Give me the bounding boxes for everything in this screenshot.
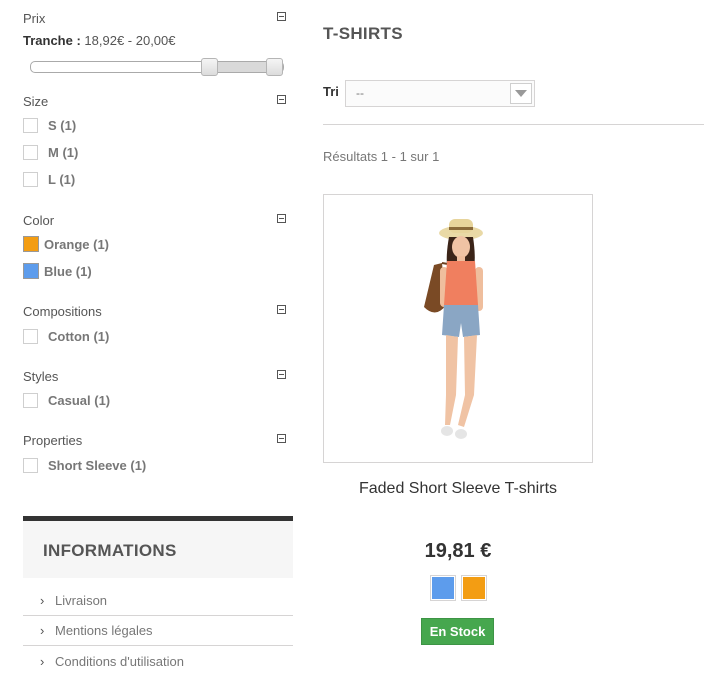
product-color-swatch-blue[interactable] bbox=[430, 575, 456, 601]
collapse-icon[interactable] bbox=[277, 305, 286, 314]
filter-option-label: Blue (1) bbox=[44, 263, 92, 279]
chevron-right-icon: › bbox=[40, 653, 45, 669]
product-price: 19,81 € bbox=[424, 540, 492, 562]
filter-compositions: Compositions Cotton (1) bbox=[23, 304, 293, 349]
price-range-text: Tranche : 18,92€ - 20,00€ bbox=[23, 33, 176, 48]
sort-select-value: -- bbox=[356, 86, 364, 100]
filter-size-title: Size bbox=[23, 94, 49, 109]
info-link-livraison[interactable]: › Livraison bbox=[23, 585, 293, 616]
color-swatch-orange[interactable] bbox=[23, 236, 39, 252]
price-range-label: Tranche : bbox=[23, 33, 81, 48]
filter-color-title: Color bbox=[23, 213, 55, 228]
filter-option-label: Short Sleeve (1) bbox=[48, 457, 147, 473]
price-slider-min-handle[interactable] bbox=[201, 58, 218, 76]
stock-badge: En Stock bbox=[421, 618, 494, 645]
filter-option[interactable]: Orange (1) bbox=[23, 235, 109, 253]
checkbox[interactable] bbox=[23, 117, 38, 133]
filter-color: Color Orange (1) Blue (1) bbox=[23, 213, 293, 288]
filter-option-label: Casual (1) bbox=[48, 392, 111, 408]
info-link-conditions[interactable]: › Conditions d'utilisation bbox=[23, 646, 293, 676]
collapse-icon[interactable] bbox=[277, 214, 286, 223]
filter-properties: Properties Short Sleeve (1) bbox=[23, 433, 293, 478]
page-title: T-SHIRTS bbox=[323, 24, 403, 43]
chevron-right-icon: › bbox=[40, 592, 45, 608]
filter-option[interactable]: M (1) bbox=[23, 143, 78, 161]
filter-option-label: Cotton (1) bbox=[48, 328, 110, 344]
price-range-value: 18,92€ - 20,00€ bbox=[84, 33, 176, 48]
info-link-label[interactable]: Livraison bbox=[55, 593, 107, 608]
filter-option[interactable]: Blue (1) bbox=[23, 262, 92, 280]
filter-option[interactable]: L (1) bbox=[23, 170, 75, 188]
informations-title: INFORMATIONS bbox=[43, 541, 177, 560]
sort-label: Tri bbox=[323, 84, 339, 99]
filter-option[interactable]: Casual (1) bbox=[23, 391, 110, 409]
chevron-down-icon[interactable] bbox=[510, 83, 532, 104]
filter-price: Prix Tranche : 18,92€ - 20,00€ bbox=[23, 11, 293, 91]
filter-size: Size S (1) M (1) L (1) bbox=[23, 94, 293, 194]
checkbox[interactable] bbox=[23, 144, 38, 160]
collapse-icon[interactable] bbox=[277, 434, 286, 443]
collapse-icon[interactable] bbox=[277, 12, 286, 21]
divider bbox=[323, 124, 704, 125]
swatch-fill bbox=[432, 577, 454, 599]
checkbox[interactable] bbox=[23, 171, 38, 187]
filter-option-label: L (1) bbox=[48, 171, 76, 187]
collapse-icon[interactable] bbox=[277, 95, 286, 104]
results-count: Résultats 1 - 1 sur 1 bbox=[323, 149, 440, 164]
price-slider-max-handle[interactable] bbox=[266, 58, 283, 76]
filter-price-title: Prix bbox=[23, 11, 46, 26]
info-link-mentions[interactable]: › Mentions légales bbox=[23, 615, 293, 646]
filter-option-label: Orange (1) bbox=[44, 236, 110, 252]
checkbox[interactable] bbox=[23, 392, 38, 408]
filter-option-label: S (1) bbox=[48, 117, 77, 133]
sort-select[interactable]: -- bbox=[345, 80, 535, 107]
collapse-icon[interactable] bbox=[277, 370, 286, 379]
filter-option[interactable]: Cotton (1) bbox=[23, 327, 109, 345]
info-link-label[interactable]: Conditions d'utilisation bbox=[55, 654, 184, 669]
checkbox[interactable] bbox=[23, 328, 38, 344]
filter-properties-title: Properties bbox=[23, 433, 83, 448]
filter-styles-title: Styles bbox=[23, 369, 59, 384]
product-image bbox=[324, 195, 592, 462]
chevron-right-icon: › bbox=[40, 622, 45, 638]
price-slider[interactable] bbox=[30, 58, 284, 76]
swatch-fill bbox=[463, 577, 485, 599]
filter-styles: Styles Casual (1) bbox=[23, 369, 293, 414]
product-name[interactable]: Faded Short Sleeve T-shirts bbox=[323, 480, 593, 498]
informations-block: INFORMATIONS bbox=[23, 516, 293, 578]
color-swatch-blue[interactable] bbox=[23, 263, 39, 279]
filter-option-label: M (1) bbox=[48, 144, 79, 160]
filter-option[interactable]: Short Sleeve (1) bbox=[23, 456, 146, 474]
category-content: T-SHIRTS Tri -- Résultats 1 - 1 sur 1 Fa… bbox=[323, 0, 704, 657]
product-image-link[interactable] bbox=[323, 194, 593, 463]
filter-option[interactable]: S (1) bbox=[23, 116, 76, 134]
product-color-swatch-orange[interactable] bbox=[461, 575, 487, 601]
checkbox[interactable] bbox=[23, 457, 38, 473]
filter-compositions-title: Compositions bbox=[23, 304, 102, 319]
info-link-label[interactable]: Mentions légales bbox=[55, 623, 153, 638]
